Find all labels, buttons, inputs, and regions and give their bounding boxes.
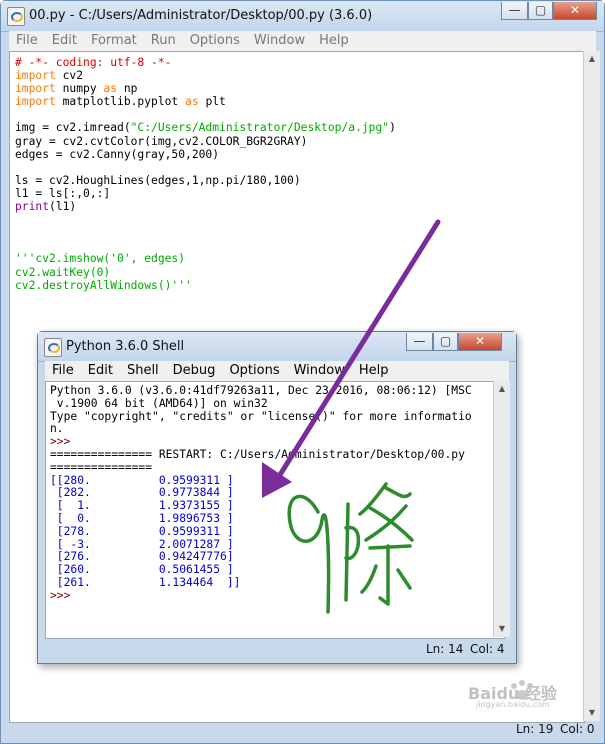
editor-menu-run[interactable]: Run xyxy=(144,31,183,48)
shell-vertical-scrollbar[interactable]: ▲ ▼ xyxy=(493,381,510,637)
shell-menu-window[interactable]: Window xyxy=(287,361,352,378)
editor-menu-help[interactable]: Help xyxy=(312,31,356,48)
code-token: img = cv2.imread( xyxy=(15,121,131,135)
shell-menu-edit[interactable]: Edit xyxy=(81,361,120,378)
shell-output[interactable]: Python 3.6.0 (v3.6.0:41df79263a11, Dec 2… xyxy=(46,382,504,603)
shell-status-col: Col: 4 xyxy=(470,642,505,656)
code-token: edges = cv2.Canny(gray,50,200) xyxy=(15,147,220,161)
shell-line[interactable]: n. xyxy=(50,423,504,436)
code-line[interactable]: l1 = ls[:,0,:] xyxy=(15,187,584,200)
editor-menu-edit[interactable]: Edit xyxy=(45,31,84,48)
code-token: # -*- coding: utf-8 -*- xyxy=(15,56,172,69)
code-line[interactable]: print(l1) xyxy=(15,200,584,213)
shell-menu-help[interactable]: Help xyxy=(352,361,396,378)
shell-scroll-down-icon[interactable]: ▼ xyxy=(494,621,510,637)
shell-titlebar[interactable]: Python 3.6.0 Shell — ▢ ✕ xyxy=(38,332,516,362)
shell-menubar: File Edit Shell Debug Options Window Help xyxy=(45,361,509,381)
code-token: matplotlib.pyplot xyxy=(55,95,186,109)
shell-menu-shell[interactable]: Shell xyxy=(120,361,166,378)
code-line[interactable]: import numpy as np xyxy=(15,82,584,95)
code-token: cv2.waitKey(0) xyxy=(15,265,111,279)
editor-titlebar[interactable]: 00.py - C:/Users/Administrator/Desktop/0… xyxy=(1,1,604,32)
scroll-up-icon[interactable]: ▲ xyxy=(584,51,600,67)
code-token: (l1) xyxy=(49,200,77,214)
code-token: as xyxy=(185,95,199,109)
shell-close-button[interactable]: ✕ xyxy=(458,333,502,351)
watermark-sub: jingyan.baidu.com xyxy=(476,700,550,709)
code-token: cv2.destroyAllWindows()''' xyxy=(15,278,192,292)
code-line[interactable]: edges = cv2.Canny(gray,50,200) xyxy=(15,148,584,161)
editor-menu-options[interactable]: Options xyxy=(183,31,247,48)
shell-line[interactable]: Python 3.6.0 (v3.6.0:41df79263a11, Dec 2… xyxy=(50,384,504,398)
editor-menu-format[interactable]: Format xyxy=(84,31,144,48)
shell-status-ln: Ln: 14 xyxy=(426,642,464,656)
shell-line[interactable]: [278. 0.9599311 ] xyxy=(50,525,504,539)
code-line[interactable]: ls = cv2.HoughLines(edges,1,np.pi/180,10… xyxy=(15,174,584,187)
shell-line[interactable]: Type "copyright", "credits" or "license(… xyxy=(50,410,504,424)
watermark: Baidu 经验 jingyan.baidu.com xyxy=(468,676,596,712)
code-line[interactable]: cv2.destroyAllWindows()''' xyxy=(15,279,584,292)
code-line[interactable]: import matplotlib.pyplot as plt xyxy=(15,95,584,108)
shell-menu-options[interactable]: Options xyxy=(222,361,286,378)
shell-line[interactable]: =============== xyxy=(50,461,504,475)
code-token: gray = cv2.cvtColor(img,cv2.COLOR_BGR2GR… xyxy=(15,134,308,148)
code-token: numpy xyxy=(55,82,104,96)
code-line[interactable] xyxy=(15,213,584,226)
code-line[interactable] xyxy=(15,226,584,239)
shell-line[interactable]: >>> xyxy=(50,589,504,603)
shell-title: Python 3.6.0 Shell xyxy=(66,339,185,354)
editor-menubar: File Edit Format Run Options Window Help xyxy=(9,31,596,51)
editor-status-col: Col: 0 xyxy=(560,722,595,736)
code-line[interactable]: cv2.waitKey(0) xyxy=(15,266,584,279)
shell-menu-file[interactable]: File xyxy=(45,361,81,378)
shell-output-area[interactable]: Python 3.6.0 (v3.6.0:41df79263a11, Dec 2… xyxy=(45,381,505,639)
shell-line[interactable]: =============== RESTART: C:/Users/Admini… xyxy=(50,448,504,462)
code-token: import xyxy=(15,69,56,83)
code-token: cv2 xyxy=(55,69,84,83)
code-line[interactable] xyxy=(15,161,584,174)
code-token: np xyxy=(117,82,138,96)
code-token: "C:/Users/Administrator/Desktop/a.jpg" xyxy=(130,121,390,135)
code-line[interactable]: img = cv2.imread("C:/Users/Administrator… xyxy=(15,121,584,134)
code-token: ) xyxy=(389,121,396,135)
close-button[interactable]: ✕ xyxy=(553,2,597,20)
code-line[interactable]: import cv2 xyxy=(15,69,584,82)
shell-maximize-button[interactable]: ▢ xyxy=(433,333,458,351)
code-token: import xyxy=(15,95,56,109)
code-token: plt xyxy=(198,95,226,109)
maximize-button[interactable]: ▢ xyxy=(528,2,553,20)
shell-menu-debug[interactable]: Debug xyxy=(166,361,223,378)
code-token: import xyxy=(15,82,56,96)
editor-menu-window[interactable]: Window xyxy=(247,31,312,48)
editor-status-ln: Ln: 19 xyxy=(516,722,554,736)
code-line[interactable] xyxy=(15,239,584,252)
code-line[interactable]: # -*- coding: utf-8 -*- xyxy=(15,56,584,69)
code-token: '''cv2.imshow('0', edges) xyxy=(15,252,186,266)
editor-vertical-scrollbar[interactable]: ▲ ▼ xyxy=(583,51,600,721)
minimize-button[interactable]: — xyxy=(501,2,528,20)
shell-scroll-up-icon[interactable]: ▲ xyxy=(494,381,510,397)
python-shell-icon xyxy=(44,338,62,357)
code-line[interactable] xyxy=(15,108,584,121)
idle-file-icon xyxy=(7,7,25,26)
shell-minimize-button[interactable]: — xyxy=(406,333,433,351)
code-line[interactable]: gray = cv2.cvtColor(img,cv2.COLOR_BGR2GR… xyxy=(15,135,584,148)
code-token: as xyxy=(103,82,118,96)
code-token: print xyxy=(15,200,50,214)
shell-line[interactable]: [ 0. 1.9896753 ] xyxy=(50,512,504,526)
shell-line[interactable]: [261. 1.134464 ]] xyxy=(50,576,504,590)
shell-line[interactable]: v.1900 64 bit (AMD64)] on win32 xyxy=(50,397,504,411)
shell-window: Python 3.6.0 Shell — ▢ ✕ File Edit Shell De… xyxy=(37,331,517,664)
editor-code[interactable]: # -*- coding: utf-8 -*- import cv2 import … xyxy=(10,52,584,292)
code-line[interactable]: '''cv2.imshow('0', edges) xyxy=(15,252,584,265)
code-token: ls = cv2.HoughLines(edges,1,np.pi/180,10… xyxy=(15,173,301,187)
editor-title: 00.py - C:/Users/Administrator/Desktop/0… xyxy=(29,8,373,23)
code-token: l1 = ls[:,0,:] xyxy=(15,186,111,200)
editor-menu-file[interactable]: File xyxy=(9,31,45,48)
